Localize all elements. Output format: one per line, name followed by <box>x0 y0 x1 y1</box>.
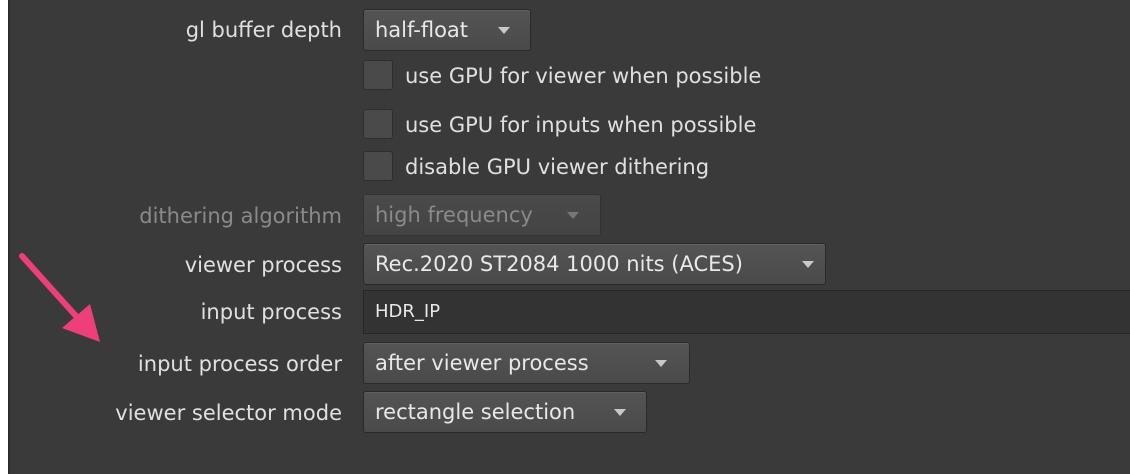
viewer-selector-mode-value: rectangle selection <box>375 400 576 424</box>
annotation-arrow-icon <box>19 253 100 342</box>
preferences-panel: gl buffer depth half-float use GPU for v… <box>8 0 1130 474</box>
input-process-order-dropdown[interactable]: after viewer process <box>363 342 690 384</box>
dithering-algorithm-value: high frequency <box>375 203 533 227</box>
viewer-selector-mode-dropdown[interactable]: rectangle selection <box>363 391 647 433</box>
disable-dithering-label: disable GPU viewer dithering <box>405 155 710 179</box>
input-process-field[interactable]: HDR_IP <box>363 290 1130 334</box>
chevron-down-icon <box>802 261 814 268</box>
screenshot-frame: gl buffer depth half-float use GPU for v… <box>0 0 1130 474</box>
viewer-selector-mode-label: viewer selector mode <box>115 401 342 425</box>
chevron-down-icon <box>567 212 579 219</box>
dithering-algorithm-label: dithering algorithm <box>139 204 342 228</box>
dithering-algorithm-dropdown: high frequency <box>363 194 601 236</box>
use-gpu-inputs-label: use GPU for inputs when possible <box>405 113 757 137</box>
viewer-process-dropdown[interactable]: Rec.2020 ST2084 1000 nits (ACES) <box>363 243 826 285</box>
chevron-down-icon <box>655 360 667 367</box>
gl-buffer-depth-dropdown[interactable]: half-float <box>363 9 531 51</box>
gl-buffer-depth-value: half-float <box>375 18 469 42</box>
input-process-order-value: after viewer process <box>375 351 589 375</box>
use-gpu-viewer-label: use GPU for viewer when possible <box>405 64 762 88</box>
disable-dithering-checkbox[interactable] <box>363 151 393 181</box>
chevron-down-icon <box>498 27 510 34</box>
input-process-label: input process <box>200 300 342 324</box>
chevron-down-icon <box>614 409 626 416</box>
viewer-process-label: viewer process <box>184 253 342 277</box>
input-process-order-label: input process order <box>137 352 342 376</box>
viewer-process-value: Rec.2020 ST2084 1000 nits (ACES) <box>375 252 743 276</box>
use-gpu-inputs-checkbox[interactable] <box>363 109 393 139</box>
gl-buffer-depth-label: gl buffer depth <box>185 18 342 42</box>
use-gpu-viewer-checkbox[interactable] <box>363 60 393 90</box>
